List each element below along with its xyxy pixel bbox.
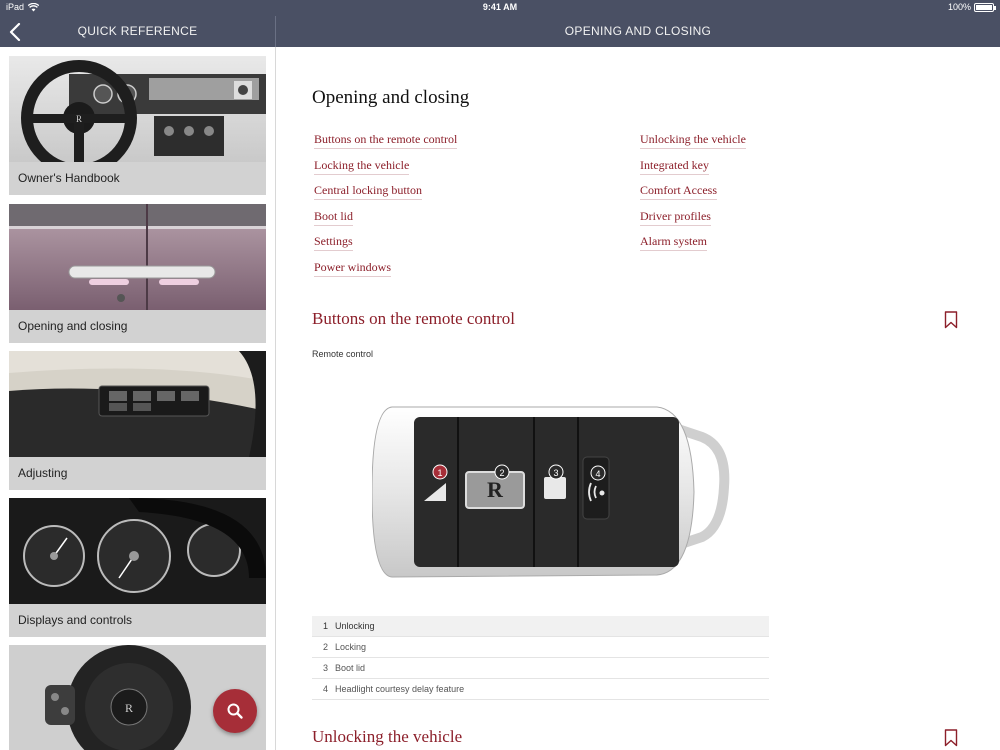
section-heading: Unlocking the vehicle [312,727,463,746]
bookmark-button[interactable] [944,729,958,747]
toc-link[interactable]: Driver profiles [640,208,746,235]
toc-link[interactable]: Settings [314,234,457,260]
battery-icon [974,2,996,12]
legend-number: 4 [323,684,329,694]
content-pane: Opening and closing Buttons on the remot… [276,47,1000,750]
callout-3: 3 [553,468,558,478]
legend-text: Headlight courtesy delay feature [335,684,465,694]
sidebar-item-label: Owner's Handbook [9,162,266,195]
toc-link[interactable]: Boot lid [314,208,457,235]
legend-text: Unlocking [335,621,375,631]
figure-caption: Remote control [312,349,374,359]
legend-number: 3 [323,663,329,673]
callout-2: 2 [499,468,504,478]
sidebar-item-owners-handbook[interactable]: R Owner's Handbook [9,56,266,195]
door-handle-thumbnail [9,204,266,310]
search-icon [227,703,243,719]
legend-text: Locking [335,642,367,652]
status-bar: iPad 9:41 AM 100% [0,0,1000,16]
legend-row: 3 Boot lid [312,658,769,679]
remote-control-legend: 1 Unlocking 2 Locking 3 Boot lid 4 Headl… [312,616,769,700]
callout-1: 1 [437,468,442,478]
toc-left-column: Buttons on the remote control Locking th… [314,132,458,286]
legend-text: Boot lid [335,663,366,673]
sidebar-nav-bar: QUICK REFERENCE [0,16,275,47]
window-switches-thumbnail [9,351,266,457]
page-title: Opening and closing [312,87,470,108]
toc-link[interactable]: Unlocking the vehicle [640,132,746,158]
sidebar-item-adjusting[interactable]: Adjusting [9,351,266,490]
callout-4: 4 [595,469,600,479]
svg-text:R: R [487,477,504,502]
toc-link[interactable]: Locking the vehicle [314,157,457,184]
legend-row: 1 Unlocking [312,616,769,637]
sidebar-title: QUICK REFERENCE [77,24,198,38]
toc-right-column: Unlocking the vehicle Integrated key Com… [640,132,746,260]
toc-link[interactable]: Alarm system [640,234,746,260]
legend-row: 4 Headlight courtesy delay feature [312,679,769,700]
dashboard-thumbnail: R [9,56,266,162]
bookmark-button[interactable] [944,311,958,329]
toc-link[interactable]: Comfort Access [640,183,746,209]
remote-control-illustration: R 1 2 3 4 [371,397,732,587]
svg-text:R: R [125,701,133,715]
legend-row: 2 Locking [312,637,769,658]
legend-number: 2 [323,642,329,652]
instrument-cluster-thumbnail [9,498,266,604]
sidebar: R Owner's Handbook Opening and closing A… [0,47,275,750]
sidebar-item-label: Opening and closing [9,310,266,343]
toc-link[interactable]: Central locking button [314,183,457,209]
legend-number: 1 [323,621,329,631]
section-heading: Buttons on the remote control [312,309,516,328]
top-bar: iPad 9:41 AM 100% QUICK REFERENCE OPENIN… [0,0,1000,47]
svg-text:R: R [76,114,82,124]
toc-link[interactable]: Integrated key [640,157,746,184]
sidebar-item-label: Adjusting [9,457,266,490]
content-title: OPENING AND CLOSING [564,24,712,38]
toc-link[interactable]: Buttons on the remote control [314,132,458,158]
bookmark-icon [944,729,958,747]
content-nav-bar: OPENING AND CLOSING [276,16,1000,47]
sidebar-item-displays-and-controls[interactable]: Displays and controls [9,498,266,637]
sidebar-item-label: Displays and controls [9,604,266,637]
toc-link[interactable]: Power windows [314,259,457,286]
search-button[interactable] [213,689,257,733]
battery-percent: 100% [947,2,971,12]
sidebar-item-opening-and-closing[interactable]: Opening and closing [9,204,266,343]
bookmark-icon [944,311,958,329]
battery-indicator: 100% [947,2,996,12]
status-time: 9:41 AM [482,2,518,12]
